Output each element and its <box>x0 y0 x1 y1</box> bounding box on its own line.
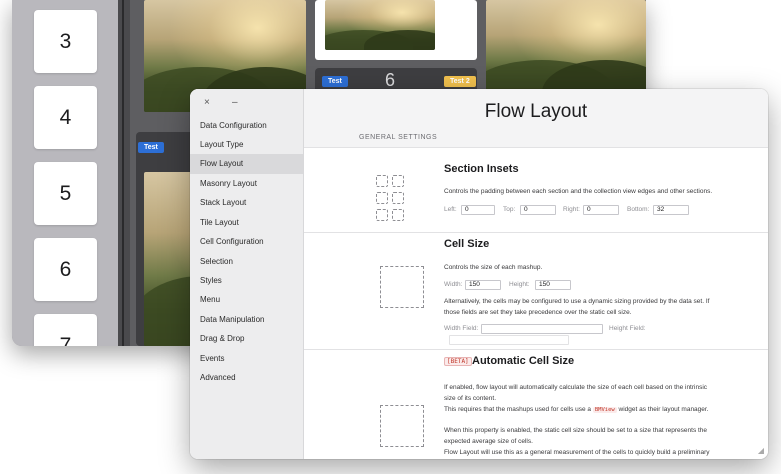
automatic-cell-size-line2: size of its content. <box>444 395 497 402</box>
test-badge: Test <box>322 76 348 87</box>
cell-width-input[interactable]: 150 <box>465 280 501 290</box>
width-label: Width: <box>444 281 463 288</box>
automatic-cell-size-line3: This requires that the mashups used for … <box>444 404 709 416</box>
number-tile[interactable]: 5 <box>34 162 97 225</box>
section-insets-illustration <box>364 175 416 223</box>
content-header: Flow Layout GENERAL SETTINGS <box>304 89 768 147</box>
mashup-card[interactable] <box>315 0 477 60</box>
resize-grip-icon[interactable]: ◢ <box>758 446 764 455</box>
number-tile[interactable]: 4 <box>34 86 97 149</box>
height-field-label: Height Field: <box>609 325 646 332</box>
sidebar-item-drag-drop[interactable]: Drag & Drop <box>190 329 303 349</box>
divider <box>304 147 768 148</box>
section-insets-title: Section Insets <box>444 163 519 175</box>
right-inset-input[interactable]: 0 <box>583 205 619 215</box>
width-field-input[interactable] <box>481 324 603 334</box>
sidebar-item-events[interactable]: Events <box>190 349 303 369</box>
cell-size-description: Controls the size of each mashup. <box>444 264 543 271</box>
section-caption: GENERAL SETTINGS <box>359 134 438 141</box>
bmview-code: BMView <box>592 407 617 413</box>
cell-size-alt-line2: those fields are set they take precedenc… <box>444 309 632 316</box>
height-field-input[interactable] <box>449 335 569 345</box>
cell-size-alt-line1: Alternatively, the cells may be configur… <box>444 298 710 305</box>
automatic-cell-size-line5: expected average size of cells. <box>444 438 533 445</box>
sidebar-item-stack-layout[interactable]: Stack Layout <box>190 193 303 213</box>
settings-window: × – Data Configuration Layout Type Flow … <box>190 89 768 459</box>
divider <box>304 349 768 350</box>
section-insets-description: Controls the padding between each sectio… <box>444 188 713 195</box>
counter-label: 6 <box>385 70 396 90</box>
automatic-cell-size-line6: Flow Layout will use this as a general m… <box>444 449 710 456</box>
settings-content: Flow Layout GENERAL SETTINGS Section Ins… <box>304 89 768 459</box>
settings-sidebar: × – Data Configuration Layout Type Flow … <box>190 89 304 459</box>
automatic-cell-size-illustration <box>380 405 424 447</box>
sidebar-item-cell-configuration[interactable]: Cell Configuration <box>190 232 303 252</box>
cell-size-title: Cell Size <box>444 238 490 250</box>
sidebar-item-flow-layout[interactable]: Flow Layout <box>190 154 303 174</box>
page-title: Flow Layout <box>484 101 588 122</box>
line3-text-post: widget as their layout manager. <box>618 406 709 413</box>
line3-text-pre: This requires that the mashups used for … <box>444 406 592 413</box>
top-inset-input[interactable]: 0 <box>520 205 556 215</box>
bottom-label: Bottom: <box>627 206 650 213</box>
sidebar-item-menu[interactable]: Menu <box>190 290 303 310</box>
sidebar-item-data-configuration[interactable]: Data Configuration <box>190 116 303 136</box>
left-label: Left: <box>444 206 457 213</box>
divider <box>304 232 768 233</box>
right-label: Right: <box>563 206 580 213</box>
close-icon[interactable]: × <box>204 97 210 108</box>
sidebar-item-data-manipulation[interactable]: Data Manipulation <box>190 310 303 330</box>
sidebar-item-layout-type[interactable]: Layout Type <box>190 135 303 155</box>
sidebar-item-advanced[interactable]: Advanced <box>190 368 303 388</box>
automatic-cell-size-line4: When this property is enabled, the stati… <box>444 427 708 434</box>
number-tile[interactable]: 3 <box>34 10 97 73</box>
minimize-icon[interactable]: – <box>232 97 238 108</box>
number-tile[interactable]: 7 <box>34 314 97 346</box>
height-label: Height: <box>509 281 530 288</box>
beta-badge: [BETA] <box>444 357 472 366</box>
bottom-inset-input[interactable]: 32 <box>653 205 689 215</box>
splitter[interactable] <box>118 0 130 346</box>
cell-size-illustration <box>380 266 424 308</box>
background-sidebar: 3 4 5 6 7 <box>12 0 118 346</box>
top-label: Top: <box>503 206 516 213</box>
width-field-label: Width Field: <box>444 325 479 332</box>
left-inset-input[interactable]: 0 <box>461 205 495 215</box>
cell-height-input[interactable]: 150 <box>535 280 571 290</box>
sidebar-item-selection[interactable]: Selection <box>190 252 303 272</box>
automatic-cell-size-title: Automatic Cell Size <box>472 355 575 367</box>
tree-photo <box>325 0 435 50</box>
sidebar-item-tile-layout[interactable]: Tile Layout <box>190 213 303 233</box>
sidebar-item-masonry-layout[interactable]: Masonry Layout <box>190 174 303 194</box>
automatic-cell-size-line1: If enabled, flow layout will automatical… <box>444 384 708 391</box>
number-tile[interactable]: 6 <box>34 238 97 301</box>
test2-badge: Test 2 <box>444 76 476 87</box>
test-badge: Test <box>138 142 164 153</box>
sidebar-item-styles[interactable]: Styles <box>190 271 303 291</box>
landscape-photo[interactable] <box>486 0 646 100</box>
